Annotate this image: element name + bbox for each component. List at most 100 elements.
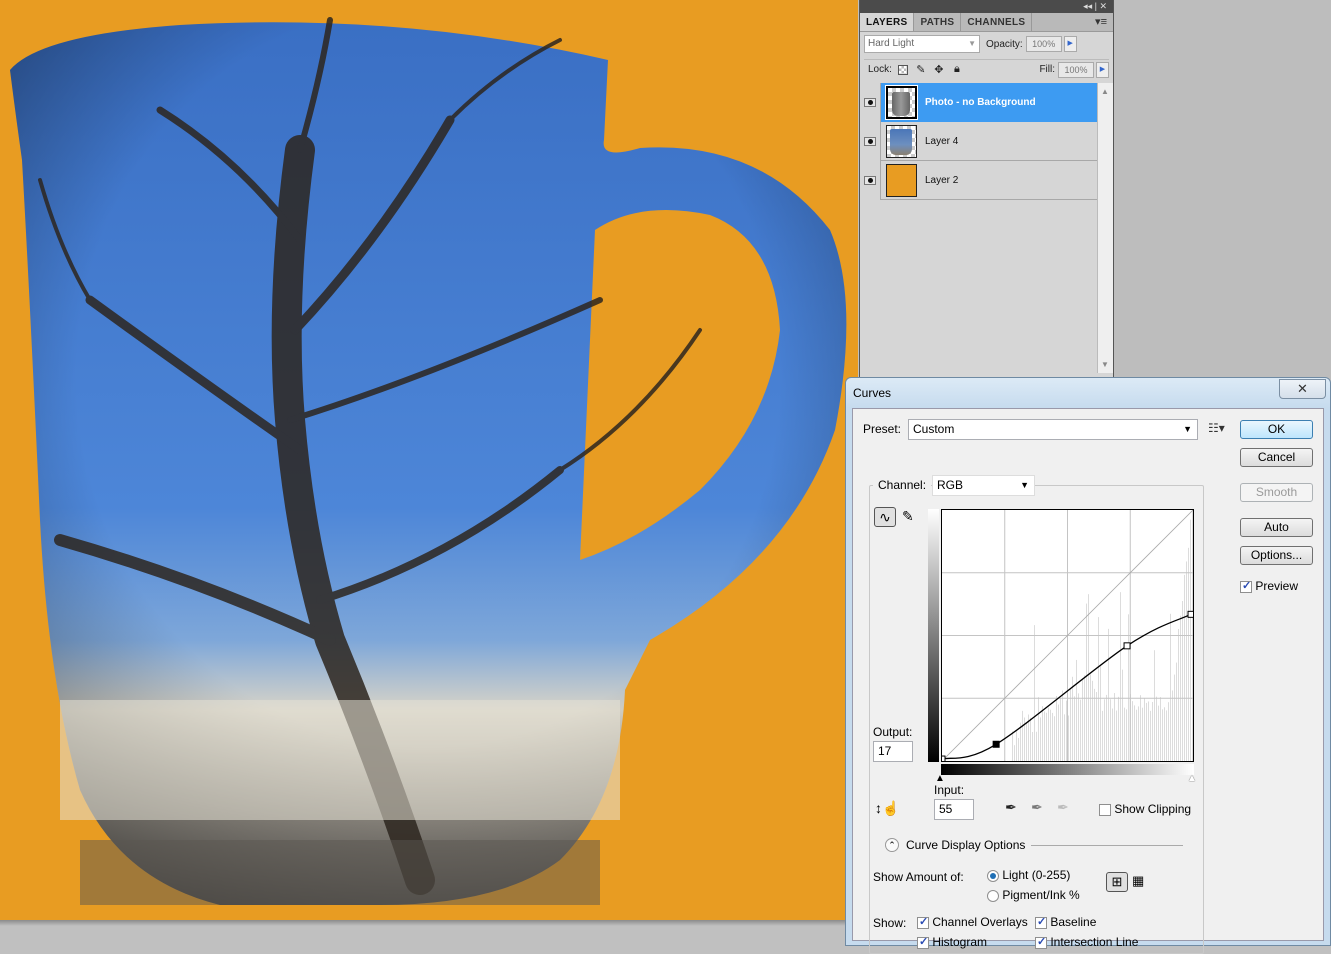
curve-graph[interactable] <box>938 509 1195 763</box>
baseline-label: Baseline <box>1050 915 1097 929</box>
preview-checkbox[interactable]: Preview <box>1240 579 1298 593</box>
lock-all-padlock-icon[interactable]: 🔒︎ <box>950 63 964 77</box>
histogram-bar <box>1150 710 1151 761</box>
histogram-bar <box>1118 696 1119 761</box>
fill-slider-button[interactable]: ▶ <box>1096 61 1109 78</box>
layer-name: Photo - no Background <box>925 96 1036 108</box>
baseline-checkbox[interactable]: Baseline <box>1035 915 1096 929</box>
curve-point[interactable] <box>1123 642 1131 650</box>
histogram-bar <box>1034 625 1035 761</box>
collapse-options-icon[interactable]: ⌃ <box>885 838 899 852</box>
histogram-bar <box>1186 561 1187 761</box>
lock-position-move-icon[interactable]: ✥ <box>932 63 946 77</box>
intersection-line-check[interactable] <box>1035 935 1047 949</box>
curve-point[interactable] <box>938 755 946 763</box>
black-eyedropper-icon[interactable]: ✒ <box>1005 799 1017 816</box>
layer-name: Layer 2 <box>925 174 959 186</box>
smooth-button[interactable]: Smooth <box>1240 483 1313 502</box>
light-radio[interactable]: Light (0-255) <box>987 868 1070 882</box>
curve-point-selected[interactable] <box>992 740 1000 748</box>
visibility-eye-icon[interactable] <box>860 82 881 122</box>
white-eyedropper-icon[interactable]: ✒ <box>1057 799 1069 816</box>
light-radio-button[interactable] <box>987 869 999 882</box>
scroll-down-icon[interactable]: ▼ <box>1101 360 1109 369</box>
histogram-checkbox[interactable]: Histogram <box>917 935 987 949</box>
histogram-bar <box>1092 680 1093 761</box>
histogram-check[interactable] <box>917 935 929 949</box>
histogram-bar <box>1094 688 1095 761</box>
histogram-bar <box>1038 697 1039 761</box>
channel-select[interactable]: RGB ▼ <box>932 475 1035 496</box>
visibility-eye-icon[interactable] <box>860 121 881 161</box>
histogram-bar <box>1044 711 1045 761</box>
layer-row[interactable]: Photo - no Background <box>860 82 1097 122</box>
preview-check[interactable] <box>1240 579 1252 593</box>
histogram-bar <box>1086 603 1087 761</box>
baseline-check[interactable] <box>1035 915 1047 929</box>
histogram-bar <box>1176 662 1177 761</box>
histogram-bar <box>1124 707 1125 761</box>
preset-options-icon[interactable]: ☷▾ <box>1208 421 1225 435</box>
histogram-bar <box>1188 547 1189 761</box>
blend-mode-select[interactable]: Hard Light ▼ <box>864 35 980 53</box>
histogram-bar <box>1018 737 1019 761</box>
layers-scrollbar[interactable]: ▲ ▼ <box>1097 83 1113 373</box>
pigment-radio[interactable]: Pigment/Ink % <box>987 888 1080 902</box>
close-button[interactable]: ✕ <box>1279 379 1326 399</box>
tab-channels[interactable]: CHANNELS <box>961 13 1033 31</box>
histogram-bar <box>1060 698 1061 761</box>
auto-button[interactable]: Auto <box>1240 518 1313 537</box>
opacity-slider-button[interactable]: ▶ <box>1063 36 1077 52</box>
layer-thumbnail <box>886 124 917 158</box>
lock-image-brush-icon[interactable]: ✎ <box>914 63 928 77</box>
detailed-grid-icon[interactable]: ▦ <box>1132 872 1144 890</box>
histogram-bar <box>1026 722 1027 761</box>
histogram-bar <box>1070 688 1071 761</box>
show-clipping-checkbox[interactable]: Show Clipping <box>1099 802 1191 816</box>
curve-point-tool-icon[interactable]: ∿ <box>874 507 896 527</box>
histogram-bar <box>1080 699 1081 761</box>
histogram-bar <box>1012 731 1013 761</box>
histogram-bar <box>1032 731 1033 761</box>
document-canvas[interactable] <box>0 0 858 920</box>
histogram-bar <box>1064 714 1065 761</box>
lock-transparent-icon[interactable] <box>896 63 910 77</box>
on-image-adjust-hand-icon[interactable]: ↕☝ <box>875 800 899 817</box>
histogram-bar <box>1096 691 1097 761</box>
histogram-bar <box>1084 675 1085 761</box>
cancel-button[interactable]: Cancel <box>1240 448 1313 467</box>
white-point-slider[interactable]: ▲ <box>1187 773 1197 784</box>
input-gradient-bar <box>941 764 1194 775</box>
fill-field[interactable]: 100% <box>1058 61 1094 78</box>
intersection-line-checkbox[interactable]: Intersection Line <box>1035 935 1138 949</box>
gray-eyedropper-icon[interactable]: ✒ <box>1031 799 1043 816</box>
curve-point[interactable] <box>1187 610 1195 618</box>
pigment-radio-button[interactable] <box>987 889 999 902</box>
channel-overlays-checkbox[interactable]: Channel Overlays <box>917 915 1028 929</box>
scroll-up-icon[interactable]: ▲ <box>1101 87 1109 96</box>
tab-layers[interactable]: LAYERS <box>860 13 915 31</box>
show-clipping-check[interactable] <box>1099 803 1111 816</box>
histogram-bar <box>1040 717 1041 761</box>
panel-menu-icon[interactable]: ▾≡ <box>1095 13 1113 31</box>
workspace-background <box>1113 0 1331 380</box>
panel-titlebar[interactable]: ◂◂ | ✕ <box>860 0 1113 13</box>
channel-overlays-check[interactable] <box>917 915 929 929</box>
pencil-tool-icon[interactable]: ✎ <box>902 508 914 525</box>
layer-row[interactable]: Layer 2 <box>860 160 1097 200</box>
layer-row[interactable]: Layer 4 <box>860 121 1097 161</box>
output-field[interactable]: 17 <box>873 741 913 762</box>
histogram-bar <box>1138 706 1139 761</box>
divider <box>1031 845 1183 846</box>
simple-grid-icon[interactable]: ⊞ <box>1106 872 1128 892</box>
ok-button[interactable]: OK <box>1240 420 1313 439</box>
histogram-bar <box>1166 710 1167 761</box>
pigment-label: Pigment/Ink % <box>1002 888 1080 902</box>
tab-paths[interactable]: PATHS <box>914 13 962 31</box>
options-button[interactable]: Options... <box>1240 546 1313 565</box>
opacity-field[interactable]: 100% <box>1025 36 1062 52</box>
preset-select[interactable]: Custom ▼ <box>908 419 1198 440</box>
visibility-eye-icon[interactable] <box>860 160 881 200</box>
curve-svg[interactable] <box>938 509 1195 763</box>
input-field[interactable]: 55 <box>934 799 974 820</box>
